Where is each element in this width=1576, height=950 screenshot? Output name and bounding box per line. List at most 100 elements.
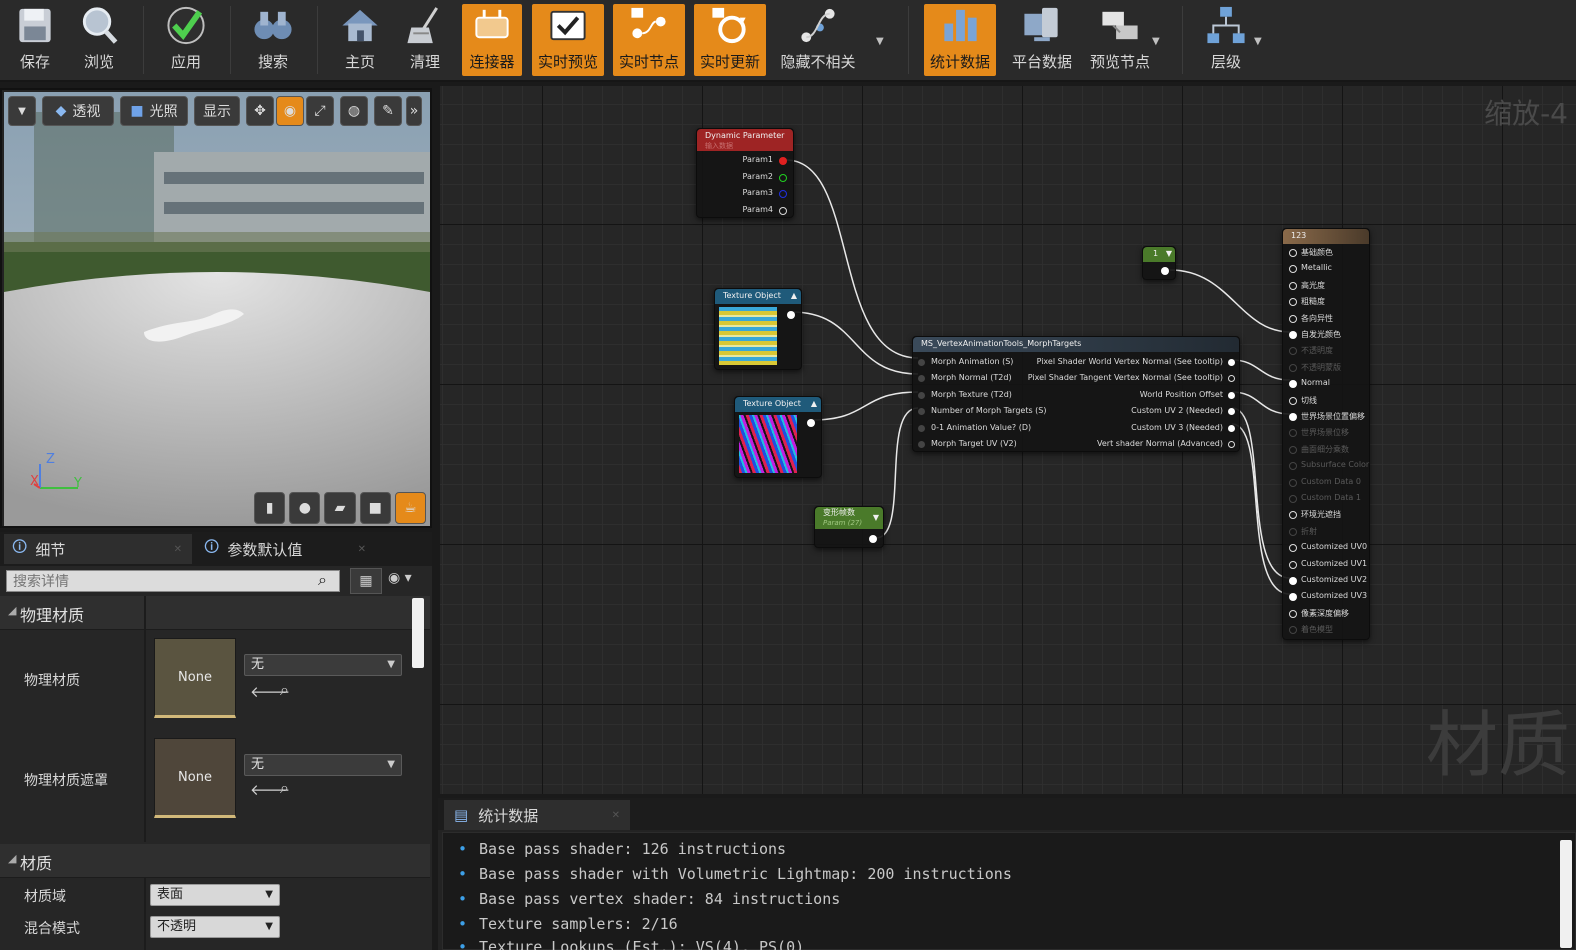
morph-input-pin[interactable]: Morph Animation (S) <box>931 357 1013 366</box>
pin-param3[interactable]: Param3 <box>743 188 773 197</box>
result-input-socket[interactable] <box>1289 380 1297 389</box>
tab-stats[interactable]: ▤ 统计数据 ✕ <box>444 800 630 830</box>
morph-input-pin[interactable]: 0-1 Animation Value? (D) <box>931 423 1031 432</box>
result-input-socket[interactable] <box>1289 347 1297 356</box>
result-input-socket[interactable] <box>1289 445 1297 454</box>
table-view-icon[interactable]: ▦ <box>350 568 382 594</box>
result-input-pin[interactable]: Customized UV1 <box>1301 559 1367 568</box>
pin-param2[interactable]: Param2 <box>743 172 773 181</box>
result-input-socket[interactable] <box>1289 314 1297 323</box>
section-material[interactable]: ◢ 材质 <box>0 844 430 878</box>
result-input-pin[interactable]: 自发光颜色 <box>1301 329 1341 340</box>
result-input-socket[interactable] <box>1289 298 1297 307</box>
result-input-pin[interactable]: Customized UV0 <box>1301 542 1367 551</box>
result-input-pin[interactable]: 基础颜色 <box>1301 247 1333 258</box>
result-input-socket[interactable] <box>1289 495 1297 503</box>
scale-icon[interactable]: ⤢ <box>306 96 334 126</box>
result-input-pin[interactable]: 不透明蒙版 <box>1301 362 1341 373</box>
close-tab-icon[interactable]: ✕ <box>612 810 620 821</box>
close-tab-icon[interactable]: ✕ <box>358 544 366 555</box>
result-input-socket[interactable] <box>1289 609 1297 618</box>
result-input-socket[interactable] <box>1289 544 1297 553</box>
morph-input-socket[interactable] <box>918 424 925 432</box>
morph-input-socket[interactable] <box>918 391 925 399</box>
morph-targets-function-node[interactable]: MS_VertexAnimationTools_MorphTargets Mor… <box>912 336 1240 452</box>
result-input-pin[interactable]: 世界场景位置偏移 <box>1301 411 1365 422</box>
morph-frames-param-node[interactable]: 变形帧数 Param (27) ▼ <box>814 506 884 548</box>
more-tools-icon[interactable]: » <box>406 96 422 126</box>
morph-input-socket[interactable] <box>918 441 925 448</box>
morph-input-socket[interactable] <box>918 408 925 416</box>
result-input-pin[interactable]: 粗糙度 <box>1301 296 1325 307</box>
result-input-socket[interactable] <box>1289 363 1297 372</box>
clean-button[interactable]: 清理 <box>396 4 454 76</box>
result-input-pin[interactable]: 环境光遮挡 <box>1301 509 1341 520</box>
close-tab-icon[interactable]: ✕ <box>174 544 182 555</box>
morph-output-pin[interactable]: Custom UV 2 (Needed) <box>1131 406 1223 415</box>
result-input-socket[interactable] <box>1289 249 1297 257</box>
morph-input-pin[interactable]: Morph Target UV (V2) <box>931 439 1017 448</box>
result-input-pin[interactable]: 像素深度偏移 <box>1301 608 1349 619</box>
pin-param4-socket[interactable] <box>779 207 787 215</box>
result-input-pin[interactable]: Custom Data 0 <box>1301 477 1361 486</box>
texture-output-socket[interactable] <box>787 311 795 319</box>
live-update-button[interactable]: 实时更新 <box>694 4 766 76</box>
pin-param4[interactable]: Param4 <box>743 205 773 214</box>
morph-input-pin[interactable]: Number of Morph Targets (S) <box>931 406 1047 415</box>
result-input-pin[interactable]: Customized UV3 <box>1301 591 1367 600</box>
result-input-pin[interactable]: 曲面细分乘数 <box>1301 444 1349 455</box>
save-button[interactable]: 保存 <box>6 4 64 76</box>
morph-output-pin[interactable]: World Position Offset <box>1140 390 1223 399</box>
result-input-socket[interactable] <box>1289 413 1297 421</box>
translate-icon[interactable]: ✥ <box>246 96 274 126</box>
phys-material-thumbnail[interactable]: None <box>154 638 236 718</box>
texture-object-node-2[interactable]: Texture Object ▲ <box>734 396 822 478</box>
world-icon[interactable]: ◍ <box>340 96 368 126</box>
tab-details[interactable]: 🛈 细节 ✕ <box>4 534 192 564</box>
result-input-pin[interactable]: Custom Data 1 <box>1301 493 1361 502</box>
result-input-pin[interactable]: 切线 <box>1301 395 1317 406</box>
preview-viewport[interactable]: Z X Y ▼ ◆ 透视 ■ 光照 显示 ✥ ◉ ⤢ ◍ ✎ » ▮ ● ▰ ■ ☕ <box>0 88 432 528</box>
details-search-input[interactable] <box>6 570 340 592</box>
browse-button[interactable]: 浏览 <box>70 4 128 76</box>
connector-button[interactable]: 连接器 <box>462 4 522 76</box>
morph-output-socket[interactable] <box>1228 359 1235 366</box>
pin-param3-socket[interactable] <box>779 190 787 198</box>
browse-asset-icon[interactable]: ⌕ <box>280 778 289 798</box>
morph-input-socket[interactable] <box>918 359 925 366</box>
material-domain-combo[interactable]: 表面 ▼ <box>150 884 280 906</box>
phys-mask-combo[interactable]: 无 ▼ <box>244 754 402 776</box>
phys-mask-thumbnail[interactable]: None <box>154 738 236 818</box>
morph-output-socket[interactable] <box>1228 424 1235 432</box>
phys-material-combo[interactable]: 无 ▼ <box>244 654 402 676</box>
result-input-pin[interactable]: 各向异性 <box>1301 313 1333 324</box>
apply-button[interactable]: 应用 <box>156 4 216 76</box>
result-input-socket[interactable] <box>1289 265 1297 274</box>
morph-output-pin[interactable]: Pixel Shader Tangent Vertex Normal (See … <box>1028 373 1223 382</box>
browse-asset-icon[interactable]: ⌕ <box>280 680 289 700</box>
result-input-socket[interactable] <box>1289 593 1297 602</box>
result-input-pin[interactable]: 世界场景位移 <box>1301 427 1349 438</box>
perspective-button[interactable]: ◆ 透视 <box>42 96 114 126</box>
constant-output-socket[interactable] <box>1161 267 1169 275</box>
result-input-socket[interactable] <box>1289 462 1297 471</box>
texture-output-socket[interactable] <box>807 419 815 427</box>
hide-unrelated-dropdown-arrow[interactable]: ▼ <box>876 36 884 47</box>
visibility-eye-icon[interactable]: ◉ ▾ <box>388 570 426 592</box>
hierarchy-dropdown-arrow[interactable]: ▼ <box>1254 36 1262 47</box>
blend-mode-combo[interactable]: 不透明 ▼ <box>150 916 280 938</box>
live-nodes-button[interactable]: 实时节点 <box>613 4 685 76</box>
result-input-socket[interactable] <box>1289 429 1297 438</box>
result-input-pin[interactable]: 高光度 <box>1301 280 1325 291</box>
constant-node[interactable]: 1 ▼ <box>1142 246 1176 280</box>
rotate-icon[interactable]: ◉ <box>276 96 304 126</box>
morph-output-socket[interactable] <box>1228 375 1235 383</box>
snap-icon[interactable]: ✎ <box>374 96 402 126</box>
param-output-socket[interactable] <box>869 535 877 543</box>
result-input-pin[interactable]: 折射 <box>1301 526 1317 537</box>
morph-output-pin[interactable]: Vert shader Normal (Advanced) <box>1097 439 1223 448</box>
morph-output-socket[interactable] <box>1228 408 1235 416</box>
home-button[interactable]: 主页 <box>330 4 390 76</box>
lit-button[interactable]: ■ 光照 <box>120 96 188 126</box>
details-scrollbar[interactable] <box>412 598 424 668</box>
